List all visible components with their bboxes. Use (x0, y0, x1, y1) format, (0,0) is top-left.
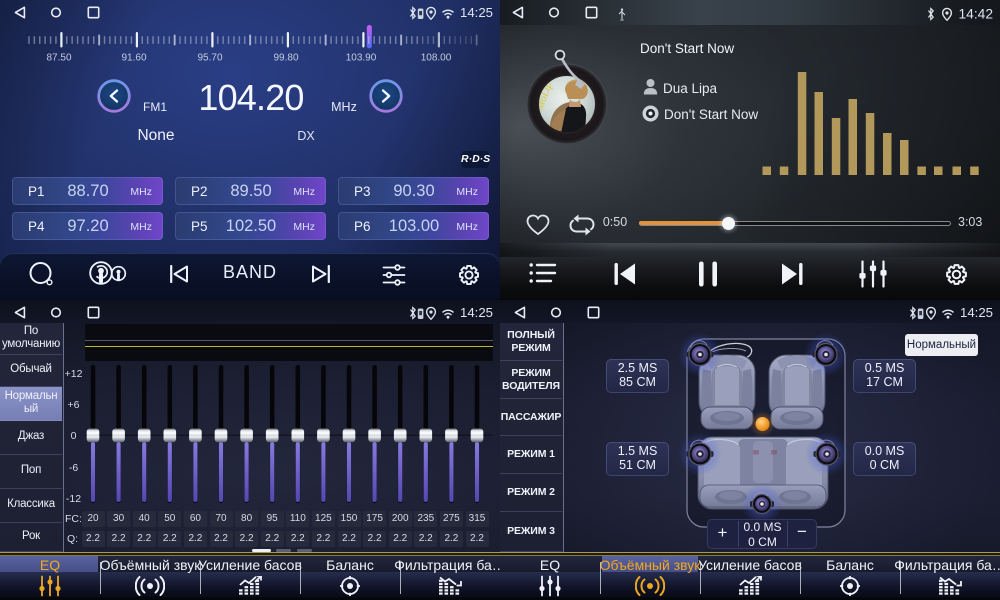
svg-text:99.80: 99.80 (273, 53, 298, 64)
svg-text:14:42: 14:42 (958, 6, 993, 21)
svg-text:14:25: 14:25 (460, 5, 493, 20)
svg-text:95.70: 95.70 (197, 53, 222, 64)
svg-text:91.60: 91.60 (121, 53, 146, 64)
svg-text:103.90: 103.90 (346, 53, 377, 64)
svg-text:87.50: 87.50 (46, 53, 71, 64)
svg-text:108.00: 108.00 (421, 53, 452, 64)
